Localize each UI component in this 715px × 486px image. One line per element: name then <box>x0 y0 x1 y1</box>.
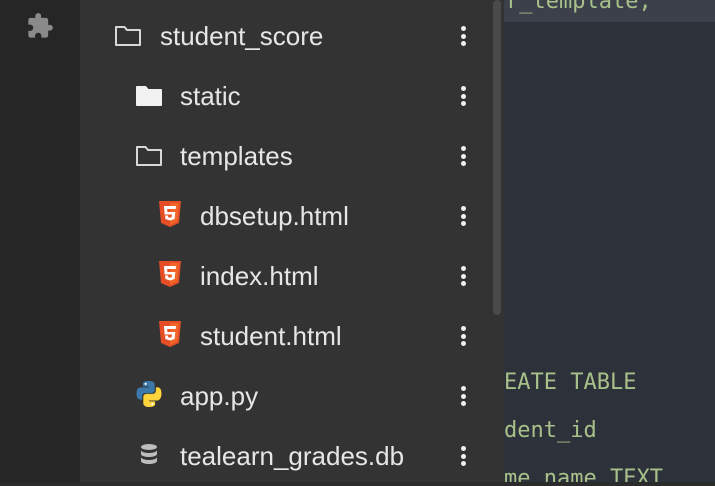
more-vertical-icon[interactable] <box>455 24 471 48</box>
tree-item-student-score[interactable]: student_score <box>80 6 491 66</box>
tree-item-label: static <box>180 81 241 111</box>
file-explorer: student_score static templates dbsetup.h… <box>80 0 491 482</box>
scrollbar-thumb[interactable] <box>493 0 501 315</box>
tree-item-tealearn-grades-db[interactable]: tealearn_grades.db <box>80 426 491 486</box>
extensions-icon[interactable] <box>26 12 54 40</box>
code-editor[interactable]: r_template, EATE TABLE dent_id me_name T… <box>504 0 715 482</box>
tree-item-label: student_score <box>160 21 324 51</box>
more-vertical-icon[interactable] <box>455 324 471 348</box>
tree-item-label: tealearn_grades.db <box>180 441 405 471</box>
more-vertical-icon[interactable] <box>455 444 471 468</box>
explorer-scrollbar[interactable] <box>491 0 504 482</box>
more-vertical-icon[interactable] <box>455 204 471 228</box>
code-line: EATE TABLE <box>504 370 637 395</box>
tree-item-label: dbsetup.html <box>200 201 349 231</box>
folder-solid-icon <box>135 84 163 108</box>
database-icon <box>135 443 163 468</box>
html5-icon <box>156 261 184 288</box>
activity-bar <box>0 0 80 482</box>
tree-item-static[interactable]: static <box>80 66 491 126</box>
tree-item-label: templates <box>180 141 293 171</box>
tree-item-dbsetup-html[interactable]: dbsetup.html <box>80 186 491 246</box>
tree-item-label: student.html <box>200 321 342 351</box>
code-line: dent_id <box>504 418 597 443</box>
tree-item-student-html[interactable]: student.html <box>80 306 491 366</box>
folder-outline-icon <box>135 144 163 168</box>
tree-item-label: app.py <box>180 381 259 411</box>
more-vertical-icon[interactable] <box>455 84 471 108</box>
code-line: r_template, <box>506 0 652 14</box>
tree-item-app-py[interactable]: app.py <box>80 366 491 426</box>
tree-item-label: index.html <box>200 261 319 291</box>
more-vertical-icon[interactable] <box>455 264 471 288</box>
html5-icon <box>156 321 184 348</box>
tree-item-templates[interactable]: templates <box>80 126 491 186</box>
code-line: me_name TEXT <box>504 466 663 482</box>
folder-outline-icon <box>114 24 142 48</box>
python-icon <box>135 381 163 408</box>
tree-item-index-html[interactable]: index.html <box>80 246 491 306</box>
more-vertical-icon[interactable] <box>455 384 471 408</box>
html5-icon <box>156 201 184 228</box>
more-vertical-icon[interactable] <box>455 144 471 168</box>
